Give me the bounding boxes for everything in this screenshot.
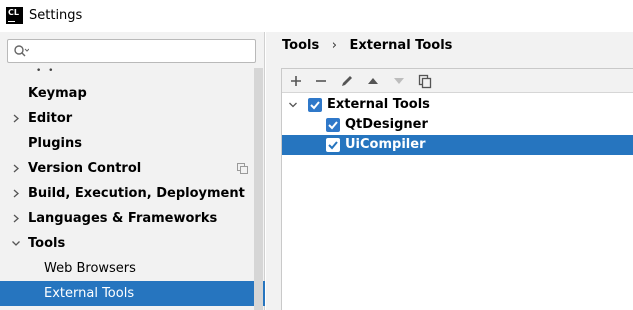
title-bar: CL Settings — [0, 0, 633, 32]
breadcrumb-parent[interactable]: Tools — [282, 38, 319, 53]
chevron-down-icon[interactable] — [10, 231, 22, 256]
tree-row-qtdesigner[interactable]: QtDesigner — [282, 115, 633, 135]
sidebar-item-label: External Tools — [44, 286, 135, 301]
add-button[interactable] — [287, 72, 305, 90]
sidebar-item-label: Plugins — [28, 136, 82, 151]
sidebar-item-label: Version Control — [28, 161, 142, 176]
sidebar-item-keymap[interactable]: Keymap — [0, 81, 254, 106]
move-up-icon — [368, 78, 378, 84]
sidebar-item-editor[interactable]: Editor — [0, 106, 254, 131]
check-icon — [310, 101, 320, 110]
sidebar-item-label: Build, Execution, Deployment — [28, 186, 245, 201]
sidebar-item-label: Languages & Frameworks — [28, 211, 218, 226]
chevron-right-icon[interactable] — [10, 181, 22, 206]
window-title: Settings — [29, 8, 83, 23]
external-tools-panel: External Tools QtDesigner UiCompiler — [281, 68, 633, 310]
tree-row-label: QtDesigner — [345, 117, 428, 132]
breadcrumb-separator: › — [331, 38, 337, 53]
sidebar-item-label: Keymap — [28, 86, 87, 101]
clion-app-icon: CL — [6, 7, 23, 24]
move-up-button[interactable] — [364, 72, 382, 90]
add-icon — [291, 76, 301, 86]
app-icon-text: CL — [8, 8, 19, 17]
sidebar-item-label: Web Browsers — [44, 261, 136, 276]
sidebar-item-tools[interactable]: Tools — [0, 231, 254, 256]
sidebar-item-web-browsers[interactable]: Web Browsers — [0, 256, 254, 281]
settings-sidebar: • • Keymap Editor Plugins Version Contro… — [0, 32, 265, 310]
tree-row-label: External Tools — [327, 97, 430, 112]
search-input[interactable] — [7, 39, 256, 63]
sidebar-item-plugins[interactable]: Plugins — [0, 131, 254, 156]
search-icon[interactable] — [13, 44, 29, 58]
remove-button[interactable] — [312, 72, 330, 90]
checkbox[interactable] — [308, 98, 322, 112]
checkbox[interactable] — [326, 138, 340, 152]
sidebar-item-version-control[interactable]: Version Control — [0, 156, 254, 181]
sidebar-scrollbar[interactable] — [254, 68, 263, 310]
check-icon — [328, 121, 338, 130]
breadcrumb: Tools › External Tools — [282, 38, 452, 53]
tools-toolbar — [282, 69, 633, 93]
tree-row-label: UiCompiler — [345, 137, 426, 152]
chevron-right-icon[interactable] — [10, 156, 22, 181]
more-items-indicator: • • — [36, 66, 56, 76]
sidebar-item-external-tools[interactable]: External Tools — [0, 281, 265, 306]
remove-icon — [316, 80, 326, 82]
checkbox[interactable] — [326, 118, 340, 132]
edit-button[interactable] — [338, 72, 356, 90]
tree-row-external-tools[interactable]: External Tools — [282, 95, 633, 115]
sidebar-item-label: Tools — [28, 236, 66, 251]
check-icon — [328, 141, 338, 150]
project-copy-icon — [237, 163, 248, 174]
copy-icon — [418, 74, 432, 89]
chevron-down-icon[interactable] — [288, 99, 298, 111]
chevron-right-icon[interactable] — [10, 106, 22, 131]
sidebar-item-build-execution-deployment[interactable]: Build, Execution, Deployment — [0, 181, 254, 206]
chevron-right-icon[interactable] — [10, 206, 22, 231]
breadcrumb-current: External Tools — [349, 38, 453, 53]
copy-button[interactable] — [416, 72, 434, 90]
sidebar-item-languages-frameworks[interactable]: Languages & Frameworks — [0, 206, 254, 231]
edit-icon — [342, 76, 352, 86]
move-down-button[interactable] — [390, 72, 408, 90]
tree-row-uicompiler[interactable]: UiCompiler — [282, 135, 633, 155]
settings-content: Tools › External Tools External Tools Qt… — [266, 32, 633, 310]
sidebar-item-label: Editor — [28, 111, 73, 126]
move-down-icon — [394, 78, 404, 84]
